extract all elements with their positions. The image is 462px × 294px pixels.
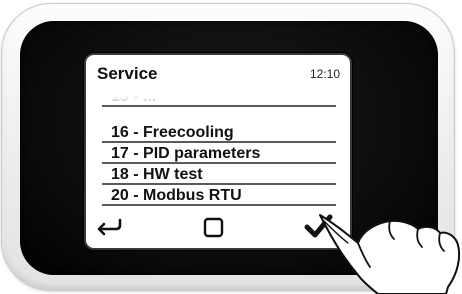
pointing-hand-icon xyxy=(319,214,461,294)
home-button[interactable] xyxy=(186,211,246,248)
page-title: Service xyxy=(97,64,158,83)
back-arrow-icon xyxy=(97,218,122,236)
back-button[interactable] xyxy=(90,211,150,248)
bottom-toolbar xyxy=(86,211,350,248)
square-home-icon xyxy=(203,217,224,238)
clock-time: 12:10 xyxy=(309,67,340,81)
status-bar: Service 12:10 xyxy=(86,55,350,95)
touch-screen[interactable]: Service 12:10 15 - ... 16 - Freecooling … xyxy=(84,53,352,250)
list-item-pid-parameters[interactable]: 17 - PID parameters xyxy=(102,144,336,164)
list-item-modbus-rtu[interactable]: 20 - Modbus RTU xyxy=(102,186,336,206)
service-menu-list[interactable]: 15 - ... 16 - Freecooling 17 - PID param… xyxy=(102,95,336,211)
list-item[interactable]: 15 - ... xyxy=(102,95,336,107)
list-item-hw-test[interactable]: 18 - HW test xyxy=(102,165,336,185)
list-item-freecooling[interactable]: 16 - Freecooling xyxy=(102,123,336,143)
